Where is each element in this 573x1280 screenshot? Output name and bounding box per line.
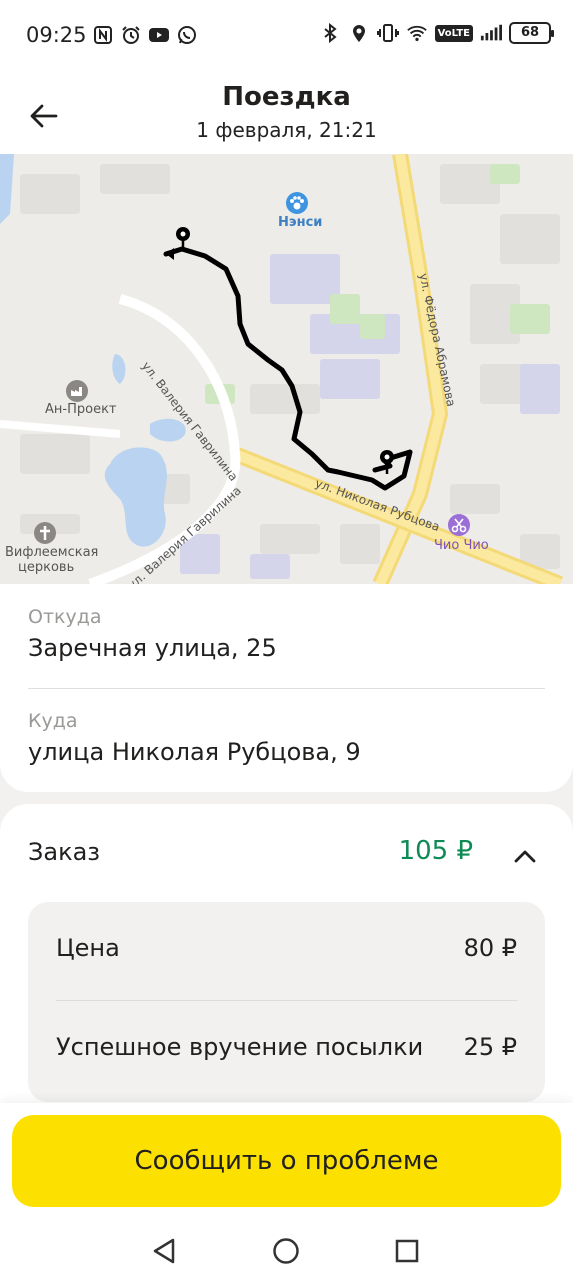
start-pin-icon bbox=[176, 227, 190, 251]
details-divider bbox=[56, 1000, 517, 1001]
to-label: Куда bbox=[28, 710, 78, 732]
from-address: Заречная улица, 25 bbox=[28, 634, 277, 662]
to-address: улица Николая Рубцова, 9 bbox=[28, 738, 361, 766]
map-label-church-2: церковь bbox=[18, 560, 75, 575]
nav-home-button[interactable] bbox=[266, 1231, 306, 1271]
collapse-button[interactable] bbox=[503, 834, 547, 878]
delivery-label: Успешное вручение посылки bbox=[56, 1033, 424, 1061]
chevron-up-icon bbox=[514, 850, 536, 863]
battery-icon: 68 bbox=[509, 22, 554, 44]
trip-map[interactable]: Нэнси Ан-Проект Вифлеемская церковь Чио … bbox=[0, 154, 573, 584]
triangle-back-icon bbox=[153, 1238, 175, 1264]
wifi-icon bbox=[406, 22, 428, 44]
map-label-an-proekt: Ан-Проект bbox=[45, 402, 117, 417]
order-title: Заказ bbox=[28, 838, 101, 866]
status-bar: 09:25 VoLTE 68 bbox=[0, 0, 573, 70]
volte-icon: VoLTE bbox=[434, 24, 473, 42]
youtube-icon bbox=[148, 24, 170, 46]
map-label-chio-chio: Чио Чио bbox=[434, 538, 489, 553]
circle-home-icon bbox=[273, 1238, 299, 1264]
factory-icon bbox=[66, 380, 88, 402]
church-icon bbox=[34, 522, 56, 544]
price-value: 80 ₽ bbox=[463, 934, 517, 962]
bluetooth-icon bbox=[319, 22, 341, 44]
page-title: Поездка bbox=[222, 82, 351, 112]
map-label-church-1: Вифлеемская bbox=[5, 545, 99, 560]
nav-back-button[interactable] bbox=[144, 1231, 184, 1271]
signal-icon bbox=[480, 22, 502, 44]
route-divider bbox=[28, 688, 545, 689]
nav-recents-button[interactable] bbox=[387, 1231, 427, 1271]
nfc-icon bbox=[92, 24, 114, 46]
report-problem-button[interactable]: Сообщить о проблеме bbox=[12, 1115, 561, 1207]
end-pin-icon bbox=[380, 450, 394, 474]
top-bar: Поездка 1 февраля, 21:21 bbox=[0, 70, 573, 154]
scissors-icon bbox=[448, 514, 470, 536]
status-time: 09:25 bbox=[26, 23, 87, 47]
delivery-row: Успешное вручение посылки 25 ₽ bbox=[56, 1023, 517, 1073]
location-icon bbox=[348, 22, 370, 44]
paw-icon bbox=[286, 192, 308, 214]
whatsapp-icon bbox=[176, 24, 198, 46]
square-recents-icon bbox=[395, 1239, 419, 1263]
price-label: Цена bbox=[56, 934, 120, 962]
route-card: Откуда Заречная улица, 25 Куда улица Ник… bbox=[0, 584, 573, 792]
system-icons: VoLTE 68 bbox=[319, 22, 554, 44]
price-row: Цена 80 ₽ bbox=[56, 924, 517, 974]
system-nav-bar bbox=[0, 1225, 573, 1275]
alarm-icon bbox=[120, 24, 142, 46]
vibrate-icon bbox=[376, 22, 399, 44]
order-total: 105 ₽ bbox=[398, 836, 473, 866]
order-card: Заказ 105 ₽ Цена 80 ₽ Успешное вручение … bbox=[0, 804, 573, 1124]
map-label-nensi: Нэнси bbox=[278, 215, 323, 230]
delivery-value: 25 ₽ bbox=[463, 1033, 517, 1061]
trip-datetime: 1 февраля, 21:21 bbox=[196, 118, 377, 142]
from-label: Откуда bbox=[28, 606, 102, 628]
notification-icons bbox=[92, 24, 198, 46]
bottom-panel: Сообщить о проблеме bbox=[0, 1103, 573, 1280]
order-details: Цена 80 ₽ Успешное вручение посылки 25 ₽ bbox=[28, 902, 545, 1102]
